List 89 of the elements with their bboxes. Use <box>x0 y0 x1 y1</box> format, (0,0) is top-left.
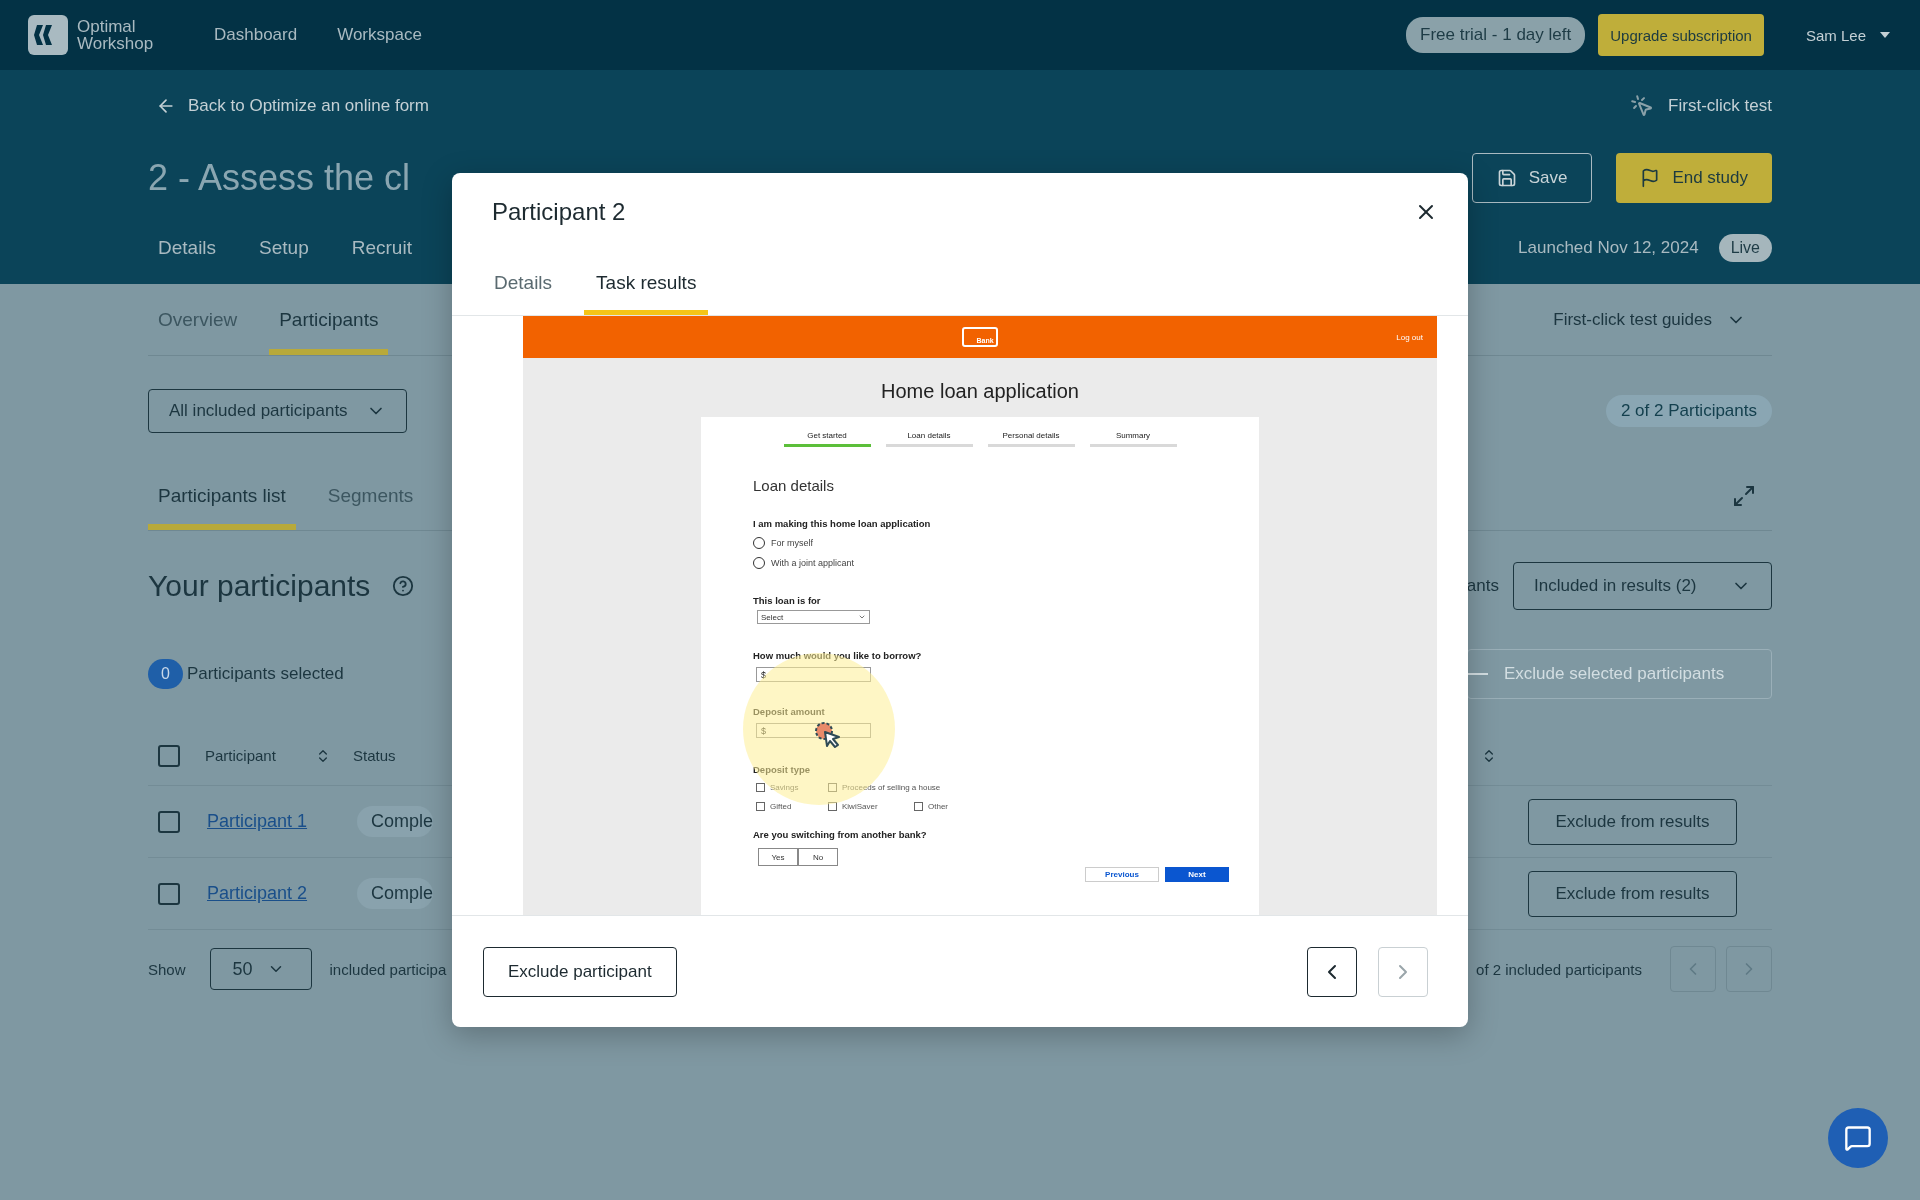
study-tab[interactable]: Details <box>148 237 227 259</box>
option-label: With a joint applicant <box>771 558 855 568</box>
question-label: Are you switching from another bank? <box>753 829 928 840</box>
expand-icon[interactable] <box>1732 484 1756 508</box>
question-label: This loan is for <box>753 595 822 606</box>
study-title: 2 - Assess the cl <box>148 157 411 199</box>
select-field[interactable]: Select <box>757 610 870 624</box>
chat-button[interactable] <box>1828 1108 1888 1168</box>
nav-link[interactable]: Dashboard <box>214 25 298 45</box>
caret-icon <box>1880 32 1890 38</box>
list-tab[interactable]: Participants list <box>148 462 296 530</box>
option-label: For myself <box>771 538 813 548</box>
exclude-button[interactable]: Exclude from results <box>1528 798 1737 845</box>
upgrade-button[interactable]: Upgrade subscription <box>1598 14 1764 56</box>
checkbox[interactable] <box>828 802 837 811</box>
logo-icon[interactable] <box>28 15 68 55</box>
user-menu[interactable]: Sam Lee <box>1799 25 1896 45</box>
section-title: Your participants <box>148 569 371 603</box>
participant-count-badge: 2 of 2 Participants <box>1605 395 1772 427</box>
exclude-participant-button[interactable]: Exclude participant <box>483 946 677 997</box>
results-filter[interactable]: Included in results (2) <box>1513 562 1772 610</box>
chevron-down-icon <box>858 613 866 621</box>
next-button[interactable]: Next <box>1165 867 1229 882</box>
status-badge: Live <box>1718 234 1772 262</box>
question-label: How much would you like to borrow? <box>753 650 923 661</box>
radio-button[interactable] <box>753 557 765 569</box>
checkbox[interactable] <box>158 882 180 905</box>
flag-icon <box>1640 168 1661 188</box>
results-tab[interactable]: Participants <box>269 284 389 355</box>
status-badge: Comple <box>357 806 434 837</box>
trial-badge: Free trial - 1 day left <box>1406 17 1586 53</box>
participants-filter[interactable]: All included participants <box>148 389 407 433</box>
end-study-button[interactable]: End study <box>1616 153 1772 203</box>
step-tab[interactable]: Loan details <box>885 431 973 447</box>
checkbox[interactable] <box>158 744 180 767</box>
radio-button[interactable] <box>753 537 765 549</box>
option-label: KiwiSaver <box>842 802 878 811</box>
selected-count-badge: 0 <box>148 659 183 689</box>
dialog-tab[interactable]: Details <box>482 250 565 315</box>
step-tab[interactable]: Get started <box>783 431 871 447</box>
question-label: Deposit type <box>753 764 811 775</box>
study-tab[interactable]: Setup <box>249 237 319 259</box>
checkbox[interactable] <box>756 802 765 811</box>
question-label: I am making this home loan application <box>753 518 932 529</box>
selected-label: Participants selected <box>186 664 344 684</box>
minus-icon <box>1468 673 1488 675</box>
option-label: Gifted <box>770 802 792 811</box>
status-badge: Comple <box>357 878 434 909</box>
form-heading: Home loan application <box>881 380 1079 403</box>
range-label: included participa <box>329 960 447 978</box>
logo-text: Optimal Workshop <box>77 18 155 52</box>
checkbox[interactable] <box>756 783 765 792</box>
question-label: Deposit amount <box>753 706 826 717</box>
column-header: Participant <box>205 747 277 764</box>
step-tab[interactable]: Summary <box>1089 431 1177 447</box>
cursor-click-icon <box>813 720 843 750</box>
option-label: Other <box>928 802 948 811</box>
checkbox[interactable] <box>914 802 923 811</box>
option-label: Savings <box>770 783 799 792</box>
cursor-click-icon <box>1630 94 1655 118</box>
option-label: Proceeds of selling a house <box>842 783 941 792</box>
step-tab[interactable]: Personal details <box>987 431 1075 447</box>
toggle-option[interactable]: No <box>798 848 838 866</box>
range-label: of 2 included participants <box>1476 960 1642 978</box>
previous-button[interactable]: Previous <box>1085 867 1159 882</box>
checkbox[interactable] <box>158 810 180 833</box>
chat-icon <box>1844 1124 1872 1152</box>
save-button[interactable]: Save <box>1471 153 1593 203</box>
nav-link[interactable]: Workspace <box>337 25 422 45</box>
dialog-title: Participant 2 <box>492 197 626 226</box>
toggle-option[interactable]: Yes <box>758 848 798 866</box>
launch-date: Launched Nov 12, 2024 <box>1518 238 1699 258</box>
help-icon[interactable] <box>392 575 415 597</box>
previous-participant-button[interactable] <box>1307 946 1357 997</box>
checkbox[interactable] <box>828 783 837 792</box>
participant-link[interactable]: Participant 2 <box>207 883 357 904</box>
back-link[interactable]: Back to Optimize an online form <box>148 96 429 116</box>
filter-label: ants <box>1466 576 1499 596</box>
guides-menu[interactable]: First-click test guides <box>1547 308 1752 331</box>
participant-link[interactable]: Participant 1 <box>207 811 357 832</box>
logout-link[interactable]: Log out <box>1396 332 1423 342</box>
study-tab[interactable]: Recruit <box>341 237 422 259</box>
column-header: Status <box>353 747 396 764</box>
form-section-title: Loan details <box>753 477 835 494</box>
amount-field[interactable]: $ <box>756 667 871 682</box>
show-label: Show <box>148 960 186 978</box>
exclude-button[interactable]: Exclude from results <box>1528 870 1737 917</box>
page-size-select[interactable]: 50 <box>209 948 312 990</box>
test-type: First-click test <box>1668 96 1772 116</box>
